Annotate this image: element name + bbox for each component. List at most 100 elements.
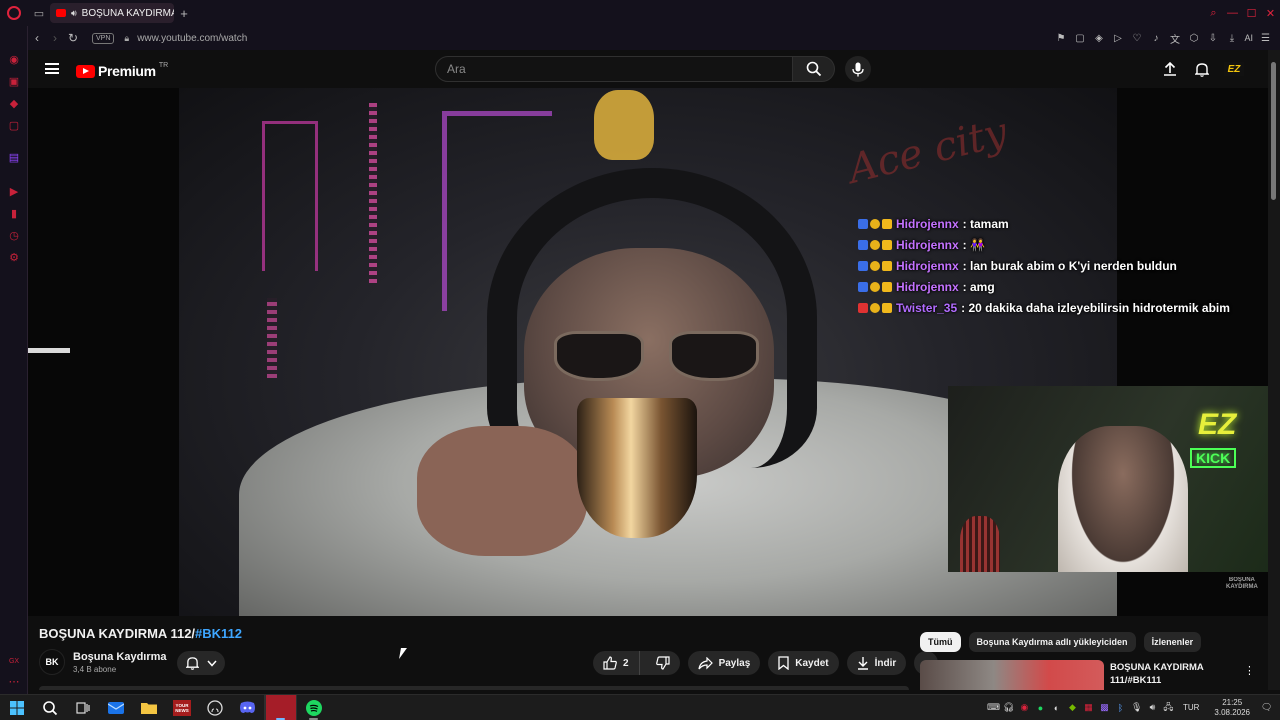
easy-setup-icon[interactable]: ☰: [1259, 33, 1272, 44]
subscription-notification-button[interactable]: [177, 651, 225, 675]
channel-avatar[interactable]: BK: [39, 649, 65, 675]
steam-tray-icon[interactable]: ◐: [1051, 703, 1062, 713]
url-field[interactable]: www.youtube.com/watch: [137, 33, 247, 44]
taskbar-app-news[interactable]: YOUR NEWS: [165, 695, 198, 720]
instagram-icon[interactable]: ▢: [7, 118, 21, 132]
translate-icon[interactable]: 文: [1168, 31, 1181, 46]
related-menu-icon[interactable]: ⋮: [1244, 664, 1250, 677]
page-scrollbar[interactable]: [1268, 50, 1280, 690]
taskbar-app-mail[interactable]: [99, 695, 132, 720]
chat-text: : 20 dakika daha izleyebilirsin hidroter…: [961, 300, 1230, 315]
account-avatar[interactable]: EZ: [1224, 59, 1244, 79]
reload-icon[interactable]: ↻: [64, 31, 82, 45]
search-button[interactable]: [793, 56, 835, 82]
input-language[interactable]: TUR: [1183, 703, 1199, 712]
shield-icon[interactable]: ◈: [1092, 33, 1105, 44]
search-input[interactable]: [436, 57, 792, 81]
nvidia-tray-icon[interactable]: ◆: [1067, 702, 1078, 713]
related-video-title[interactable]: BOŞUNA KAYDIRMA 111/#BK111: [1110, 661, 1230, 687]
play-icon[interactable]: ▷: [1111, 33, 1124, 44]
maximize-button[interactable]: ☐: [1242, 0, 1261, 26]
search-tabs-icon[interactable]: ⌕: [1204, 0, 1223, 26]
browser-tab-active[interactable]: 🔊︎ BOŞUNA KAYDIRMA 112/: [50, 3, 174, 23]
chat-message: Hidrojennx : tamam: [858, 216, 1230, 231]
downloads-extension-icon[interactable]: ⇩: [1206, 33, 1219, 44]
speaker-icon[interactable]: 🔊︎: [71, 8, 77, 19]
guide-menu-icon[interactable]: [45, 63, 59, 74]
vpn-tray-icon[interactable]: ▦: [1083, 702, 1094, 713]
chat-username: Hidrojennx: [896, 216, 959, 231]
snapshot-icon[interactable]: ▢: [1073, 33, 1086, 44]
taskbar-search[interactable]: [33, 695, 66, 720]
create-upload-button[interactable]: [1160, 59, 1180, 79]
video-title-hashtag[interactable]: #BK112: [195, 626, 242, 641]
notifications-button[interactable]: [1192, 59, 1212, 79]
bookmarks-icon[interactable]: ▮: [7, 206, 21, 220]
taskbar-app-spotify[interactable]: [297, 695, 330, 720]
chip-all[interactable]: Tümü: [920, 632, 961, 652]
heart-icon[interactable]: ♡: [1130, 33, 1143, 44]
tab-islands-icon[interactable]: ▭: [28, 2, 50, 24]
microphone-tray-icon[interactable]: 🎙︎: [1131, 702, 1142, 713]
bookmark-page-icon[interactable]: ⚑: [1054, 33, 1067, 44]
youtube-logo[interactable]: Premium TR: [76, 62, 168, 79]
back-icon[interactable]: ‹: [28, 31, 46, 45]
lock-icon[interactable]: 🔒︎: [124, 33, 129, 44]
window-controls: ⌕ — ☐ ✕: [1204, 0, 1280, 26]
related-video-item[interactable]: BOŞUNA KAYDIRMA 111/#BK111 ⋮: [920, 660, 1250, 690]
like-button[interactable]: 2: [593, 651, 640, 675]
chat-username: Hidrojennx: [896, 258, 959, 273]
history-icon[interactable]: ◷: [7, 228, 21, 242]
network-tray-icon[interactable]: 🖧︎: [1163, 700, 1174, 716]
vpn-badge[interactable]: VPN: [92, 32, 115, 44]
messenger-icon[interactable]: ◆: [7, 96, 21, 110]
taskbar-app-opera-gx[interactable]: [264, 694, 297, 720]
chip-watched[interactable]: İzlenenler: [1143, 632, 1202, 652]
close-window-button[interactable]: ✕: [1261, 0, 1280, 26]
opera-menu-icon[interactable]: [0, 0, 28, 26]
start-button[interactable]: [0, 695, 33, 720]
aria-icon[interactable]: ◉: [7, 52, 21, 66]
voice-search-button[interactable]: [845, 56, 871, 82]
taskbar-app-discord[interactable]: [231, 695, 264, 720]
dislike-button[interactable]: [646, 651, 680, 675]
player-icon[interactable]: ▶: [7, 184, 21, 198]
settings-icon[interactable]: ⚙: [7, 250, 21, 264]
twitch-icon[interactable]: ▤: [7, 150, 21, 164]
like-count: 2: [623, 657, 629, 669]
volume-tray-icon[interactable]: 🔊︎: [1147, 702, 1158, 713]
video-player[interactable]: Ace city Hidrojennx : tamam Hidrojennx :…: [28, 88, 1268, 616]
channel-name[interactable]: Boşuna Kaydırma: [73, 651, 167, 663]
share-button[interactable]: Paylaş: [687, 651, 761, 675]
download-icon[interactable]: ⤓: [1225, 33, 1238, 44]
bluetooth-tray-icon[interactable]: ᛒ: [1115, 703, 1126, 713]
gx-corner-icon[interactable]: GX: [7, 654, 21, 668]
minimize-button[interactable]: —: [1223, 0, 1242, 26]
taskbar-clock[interactable]: 21:25 3.08.2026: [1214, 698, 1250, 718]
description-box[interactable]: [39, 686, 909, 690]
chip-from-uploader[interactable]: Boşuna Kaydırma adlı yükleyiciden: [968, 632, 1136, 652]
save-button[interactable]: Kaydet: [768, 651, 839, 675]
keyboard-layout-icon[interactable]: ⌨: [987, 702, 1000, 713]
ai-button[interactable]: AI: [1244, 33, 1253, 43]
forward-icon[interactable]: ›: [46, 31, 64, 45]
spotify-tray-icon[interactable]: ●: [1035, 703, 1046, 713]
extensions-icon[interactable]: ⬡: [1187, 33, 1200, 44]
bell-icon: [1195, 62, 1209, 77]
task-view-button[interactable]: [66, 695, 99, 720]
spotify-icon: [305, 699, 322, 716]
opera-tray-icon[interactable]: ◉: [1019, 702, 1030, 713]
new-tab-button[interactable]: +: [174, 6, 194, 21]
crypto-wallet-icon[interactable]: ▣: [7, 74, 21, 88]
scrollbar-thumb[interactable]: [1271, 62, 1276, 200]
sidebar-more-icon[interactable]: ⋯: [7, 674, 21, 688]
related-thumbnail[interactable]: [920, 660, 1104, 690]
headphones-icon[interactable]: 🎧︎: [1003, 702, 1014, 713]
app-tray-icon[interactable]: ▩: [1099, 702, 1110, 713]
notification-center-icon[interactable]: 🗨︎: [1261, 702, 1272, 713]
taskbar-app-explorer[interactable]: [132, 695, 165, 720]
volume-icon[interactable]: ♪: [1149, 33, 1162, 44]
download-button[interactable]: İndir: [846, 651, 907, 675]
taskbar-app-github[interactable]: [198, 695, 231, 720]
chat-badges: [858, 260, 892, 271]
